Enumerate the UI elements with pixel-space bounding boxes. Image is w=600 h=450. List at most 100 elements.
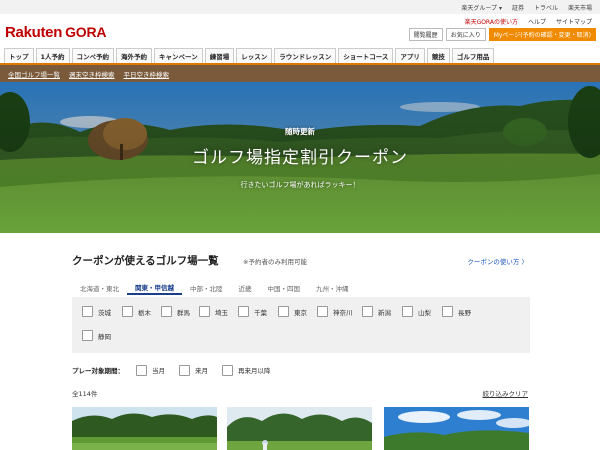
- main-nav: トップ 1人予約 コンペ予約 海外予約 キャンペーン 練習場 レッスン ラウンド…: [0, 48, 600, 65]
- header-link-help[interactable]: ヘルプ: [528, 17, 546, 26]
- header-link-howto[interactable]: 楽天GORAの使い方: [465, 17, 518, 26]
- period-this-month[interactable]: 当月: [136, 364, 165, 376]
- checkbox[interactable]: [82, 306, 93, 317]
- nav-golf-goods[interactable]: ゴルフ用品: [451, 48, 495, 63]
- nav-top[interactable]: トップ: [4, 48, 34, 63]
- checkbox[interactable]: [362, 306, 373, 317]
- site-header: Rakuten GORA 楽天GORAの使い方 ヘルプ サイトマップ 閲覧履歴 …: [0, 14, 600, 48]
- checkbox[interactable]: [442, 306, 453, 317]
- sub-nav: 全国ゴルフ場一覧 週末空き枠検索 平日空き枠検索: [0, 65, 600, 82]
- prefecture-filter: 茨城 栃木 群馬 埼玉 千葉 東京 神奈川 新潟 山梨 長野 静岡: [72, 297, 530, 353]
- subnav-weekday-search[interactable]: 平日空き枠検索: [124, 69, 170, 79]
- checkbox[interactable]: [161, 306, 172, 317]
- header-links: 楽天GORAの使い方 ヘルプ サイトマップ: [465, 17, 592, 26]
- nav-campaign[interactable]: キャンペーン: [154, 48, 203, 63]
- checkbox[interactable]: [278, 306, 289, 317]
- tab-chugoku-shikoku[interactable]: 中国・四国: [260, 280, 309, 295]
- utility-link-ichiba[interactable]: 楽天市場: [568, 3, 592, 12]
- region-tabs: 北海道・東北 関東・甲信越 中部・北陸 近畿 中国・四国 九州・沖縄: [72, 280, 530, 295]
- utility-bar: 楽天グループ ▾ 証券 トラベル 楽天市場: [0, 0, 600, 14]
- mypage-button[interactable]: Myページ(予約の確認・変更・取消): [488, 28, 596, 41]
- coupon-course-section: クーポンが使えるゴルフ場一覧 ※予約者のみ利用可能 クーポンの使い方 〉 北海道…: [0, 233, 600, 450]
- hero-title: ゴルフ場指定割引クーポン: [192, 148, 408, 168]
- checkbox[interactable]: [122, 306, 133, 317]
- pref-tochigi[interactable]: 栃木: [122, 306, 151, 317]
- period-label: プレー対象期間：: [72, 367, 124, 375]
- pref-nagano[interactable]: 長野: [442, 306, 471, 317]
- pref-gunma[interactable]: 群馬: [161, 306, 190, 317]
- utility-link-group[interactable]: 楽天グループ ▾: [461, 3, 502, 12]
- nav-lesson[interactable]: レッスン: [236, 48, 273, 63]
- nav-driving-range[interactable]: 練習場: [204, 48, 235, 63]
- course-photo: [384, 407, 529, 450]
- course-card[interactable]: [227, 407, 372, 450]
- pref-niigata[interactable]: 新潟: [362, 306, 391, 317]
- pref-ibaraki[interactable]: 茨城: [82, 306, 111, 317]
- period-next-month[interactable]: 来月: [179, 364, 208, 376]
- hero-banner: 随時更新 ゴルフ場指定割引クーポン 行きたいゴルフ場があればラッキー！: [0, 82, 600, 233]
- header-buttons: 閲覧履歴 お気に入り Myページ(予約の確認・変更・取消): [408, 28, 596, 41]
- tab-kyushu-okinawa[interactable]: 九州・沖縄: [308, 280, 357, 295]
- tab-kanto-koshinetsu[interactable]: 関東・甲信越: [127, 280, 182, 295]
- subnav-weekend-search[interactable]: 週末空き枠検索: [69, 69, 115, 79]
- utility-link-travel[interactable]: トラベル: [534, 3, 558, 12]
- checkbox[interactable]: [238, 306, 249, 317]
- pref-kanagawa[interactable]: 神奈川: [317, 306, 353, 317]
- period-later[interactable]: 再来月以降: [222, 364, 271, 376]
- nav-overseas[interactable]: 海外予約: [116, 48, 153, 63]
- nav-short-course[interactable]: ショートコース: [338, 48, 394, 63]
- pref-label: 新潟: [378, 308, 391, 317]
- pref-label: 埼玉: [215, 308, 228, 317]
- checkbox[interactable]: [136, 364, 147, 376]
- logo-gora-text: GORA: [65, 24, 107, 40]
- course-photo: [72, 407, 217, 450]
- pref-label: 茨城: [98, 308, 111, 317]
- checkbox[interactable]: [222, 364, 233, 376]
- pref-chiba[interactable]: 千葉: [238, 306, 267, 317]
- coupon-howto-link[interactable]: クーポンの使い方 〉: [467, 256, 528, 266]
- course-card[interactable]: [72, 407, 217, 450]
- pref-label: 山梨: [418, 308, 431, 317]
- course-card[interactable]: [384, 407, 529, 450]
- logo-rakuten-text: Rakuten: [5, 24, 63, 41]
- pref-label: 神奈川: [333, 308, 353, 317]
- pref-shizuoka[interactable]: 静岡: [82, 330, 111, 341]
- nav-app[interactable]: アプリ: [395, 48, 425, 63]
- section-title: クーポンが使えるゴルフ場一覧: [72, 255, 219, 267]
- hero-kicker: 随時更新: [285, 127, 315, 136]
- pref-saitama[interactable]: 埼玉: [199, 306, 228, 317]
- tab-chubu-hokuriku[interactable]: 中部・北陸: [182, 280, 231, 295]
- pref-label: 長野: [458, 308, 471, 317]
- history-button[interactable]: 閲覧履歴: [408, 28, 443, 41]
- favorites-button[interactable]: お気に入り: [445, 28, 486, 41]
- period-option-label: 来月: [195, 367, 208, 375]
- checkbox[interactable]: [199, 306, 210, 317]
- header-link-sitemap[interactable]: サイトマップ: [556, 17, 592, 26]
- rakuten-gora-logo[interactable]: Rakuten GORA: [5, 24, 106, 41]
- checkbox[interactable]: [179, 364, 190, 376]
- utility-link-securities[interactable]: 証券: [512, 3, 524, 12]
- period-option-label: 再来月以降: [238, 367, 271, 375]
- tab-kinki[interactable]: 近畿: [231, 280, 260, 295]
- period-option-label: 当月: [152, 367, 165, 375]
- nav-tournament[interactable]: 競技: [426, 48, 450, 63]
- checkbox[interactable]: [82, 330, 93, 341]
- nav-competition[interactable]: コンペ予約: [71, 48, 115, 63]
- nav-round-lesson[interactable]: ラウンドレッスン: [274, 48, 337, 63]
- result-count: 全114件: [72, 390, 98, 398]
- checkbox[interactable]: [317, 306, 328, 317]
- pref-yamanashi[interactable]: 山梨: [402, 306, 431, 317]
- pref-label: 東京: [294, 308, 307, 317]
- course-card-list: [72, 407, 530, 450]
- pref-tokyo[interactable]: 東京: [278, 306, 307, 317]
- tab-hokkaido-tohoku[interactable]: 北海道・東北: [72, 280, 127, 295]
- pref-label: 静岡: [98, 332, 111, 341]
- subnav-course-list[interactable]: 全国ゴルフ場一覧: [8, 69, 60, 79]
- checkbox[interactable]: [402, 306, 413, 317]
- section-note: ※予約者のみ利用可能: [243, 258, 307, 266]
- pref-label: 群馬: [177, 308, 190, 317]
- nav-solo-booking[interactable]: 1人予約: [35, 48, 70, 63]
- hero-subtitle: 行きたいゴルフ場があればラッキー！: [240, 181, 360, 189]
- section-header: クーポンが使えるゴルフ場一覧 ※予約者のみ利用可能 クーポンの使い方 〉: [72, 253, 530, 269]
- clear-filters-link[interactable]: 絞り込みクリア: [483, 388, 529, 398]
